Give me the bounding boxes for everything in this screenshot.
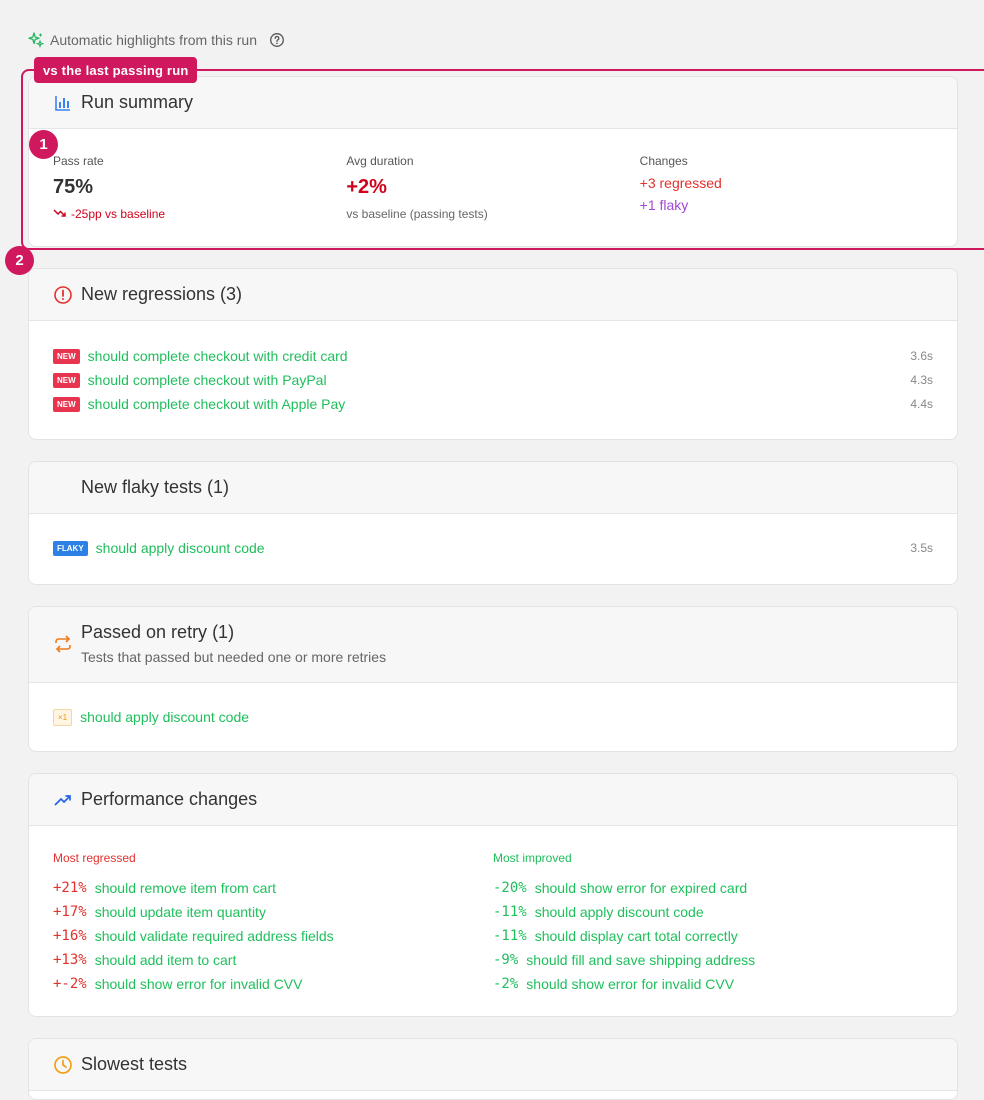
flaky-badge: FLAKY [53,540,88,556]
flaky-count[interactable]: +1 flaky [640,197,933,213]
performance-changes-card: Performance changes Most regressed +21% s… [28,773,958,1017]
new-regressions-title: New regressions (3) [81,284,243,304]
test-link[interactable]: should update item quantity [95,904,266,920]
new-flaky-header: New flaky tests (1) [29,462,957,514]
test-link[interactable]: should apply discount code [96,540,265,556]
trending-up-icon [53,790,73,810]
test-link[interactable]: should show error for invalid CVV [526,976,734,992]
slowest-tests-card: Slowest tests [28,1038,958,1100]
test-link[interactable]: should fill and save shipping address [526,952,755,968]
passed-on-retry-title: Passed on retry (1) [81,622,235,642]
most-improved-column: Most improved -20% should show error for … [493,851,933,996]
new-flaky-card: New flaky tests (1) FLAKY should apply d… [28,461,958,585]
test-link[interactable]: should show error for expired card [535,880,747,896]
retry-row[interactable]: ×1 should apply discount code [29,705,957,729]
pass-rate-value: 75% [53,176,94,198]
flaky-row[interactable]: FLAKY should apply discount code 3.5s [29,536,957,560]
annotation-marker-1: 1 [29,130,58,159]
test-duration: 3.5s [910,541,933,555]
performance-title: Performance changes [81,789,258,809]
most-regressed-column: Most regressed +21% should remove item fr… [53,851,493,996]
changes-stat: Changes +3 regressed +1 flaky [640,154,933,221]
perf-row[interactable]: +-2% should show error for invalid CVV [53,972,493,996]
perf-row[interactable]: +17% should update item quantity [53,900,493,924]
highlights-header: Automatic highlights from this run [28,31,285,49]
perf-row[interactable]: +13% should add item to cart [53,948,493,972]
pass-rate-delta-text: -25pp vs baseline [71,207,166,221]
pct-change: -11% [493,904,527,920]
pct-change: -20% [493,880,527,896]
perf-row[interactable]: -9% should fill and save shipping address [493,948,933,972]
test-duration: 4.4s [910,397,933,411]
pass-rate-stat: Pass rate 75% -25pp vs baseline [53,154,346,221]
test-duration: 3.6s [910,349,933,363]
help-circle-icon[interactable] [269,32,285,48]
perf-row[interactable]: -11% should display cart total correctly [493,924,933,948]
flaky-placeholder-icon [53,478,73,498]
run-summary-header: Run summary [29,77,957,129]
test-link[interactable]: should show error for invalid CVV [95,976,303,992]
perf-row[interactable]: +21% should remove item from cart [53,876,493,900]
pass-rate-delta: -25pp vs baseline [53,207,346,221]
trending-down-icon [53,207,67,221]
pct-change: -2% [493,976,519,992]
new-flaky-title: New flaky tests (1) [81,477,230,497]
new-badge: NEW [53,372,80,388]
pct-change: +13% [53,952,87,968]
new-badge: NEW [53,396,80,412]
pct-change: +-2% [53,976,87,992]
perf-row[interactable]: -11% should apply discount code [493,900,933,924]
regression-row[interactable]: NEW should complete checkout with credit… [29,344,957,368]
test-link[interactable]: should remove item from cart [95,880,276,896]
passed-on-retry-header: Passed on retry (1) Tests that passed bu… [29,607,957,683]
new-regressions-header: New regressions (3) [29,269,957,321]
test-link[interactable]: should add item to cart [95,952,237,968]
test-link[interactable]: should complete checkout with Apple Pay [88,396,346,412]
test-duration: 4.3s [910,373,933,387]
annotation-label: vs the last passing run [34,57,198,83]
pct-change: +21% [53,880,87,896]
test-link[interactable]: should display cart total correctly [535,928,738,944]
passed-on-retry-card: Passed on retry (1) Tests that passed bu… [28,606,958,752]
pct-change: +17% [53,904,87,920]
retry-count-badge: ×1 [53,708,73,726]
pass-rate-label: Pass rate [53,154,104,168]
test-link[interactable]: should validate required address fields [95,928,334,944]
most-improved-label: Most improved [493,851,572,865]
sparkle-icon [28,32,45,49]
repeat-icon [53,634,73,654]
changes-label: Changes [639,154,688,168]
run-summary-title: Run summary [81,92,194,112]
pct-change: -11% [493,928,527,944]
avg-duration-sub: vs baseline (passing tests) [346,207,488,221]
bar-chart-icon [53,93,73,113]
slowest-tests-header: Slowest tests [29,1039,957,1091]
regression-row[interactable]: NEW should complete checkout with Apple … [29,392,957,416]
perf-row[interactable]: -2% should show error for invalid CVV [493,972,933,996]
perf-row[interactable]: -20% should show error for expired card [493,876,933,900]
perf-row[interactable]: +16% should validate required address fie… [53,924,493,948]
new-regressions-card: New regressions (3) NEW should complete … [28,268,958,440]
regression-row[interactable]: NEW should complete checkout with PayPal… [29,368,957,392]
most-regressed-label: Most regressed [53,851,136,865]
clock-icon [53,1055,73,1075]
test-link[interactable]: should complete checkout with PayPal [88,372,327,388]
pct-change: +16% [53,928,87,944]
test-link[interactable]: should complete checkout with credit car… [88,348,348,364]
test-link[interactable]: should apply discount code [535,904,704,920]
passed-on-retry-subtitle: Tests that passed but needed one or more… [81,649,387,665]
new-badge: NEW [53,348,80,364]
slowest-tests-title: Slowest tests [81,1054,188,1074]
highlights-title: Automatic highlights from this run [50,32,257,48]
run-summary-card: Run summary Pass rate 75% -25pp vs basel… [28,76,958,247]
alert-circle-icon [53,285,73,305]
avg-duration-value: +2% [346,176,387,198]
regressed-count[interactable]: +3 regressed [640,175,933,191]
test-link[interactable]: should apply discount code [80,709,249,725]
avg-duration-stat: Avg duration +2% vs baseline (passing te… [346,154,639,221]
performance-header: Performance changes [29,774,957,826]
pct-change: -9% [493,952,519,968]
avg-duration-label: Avg duration [346,154,414,168]
